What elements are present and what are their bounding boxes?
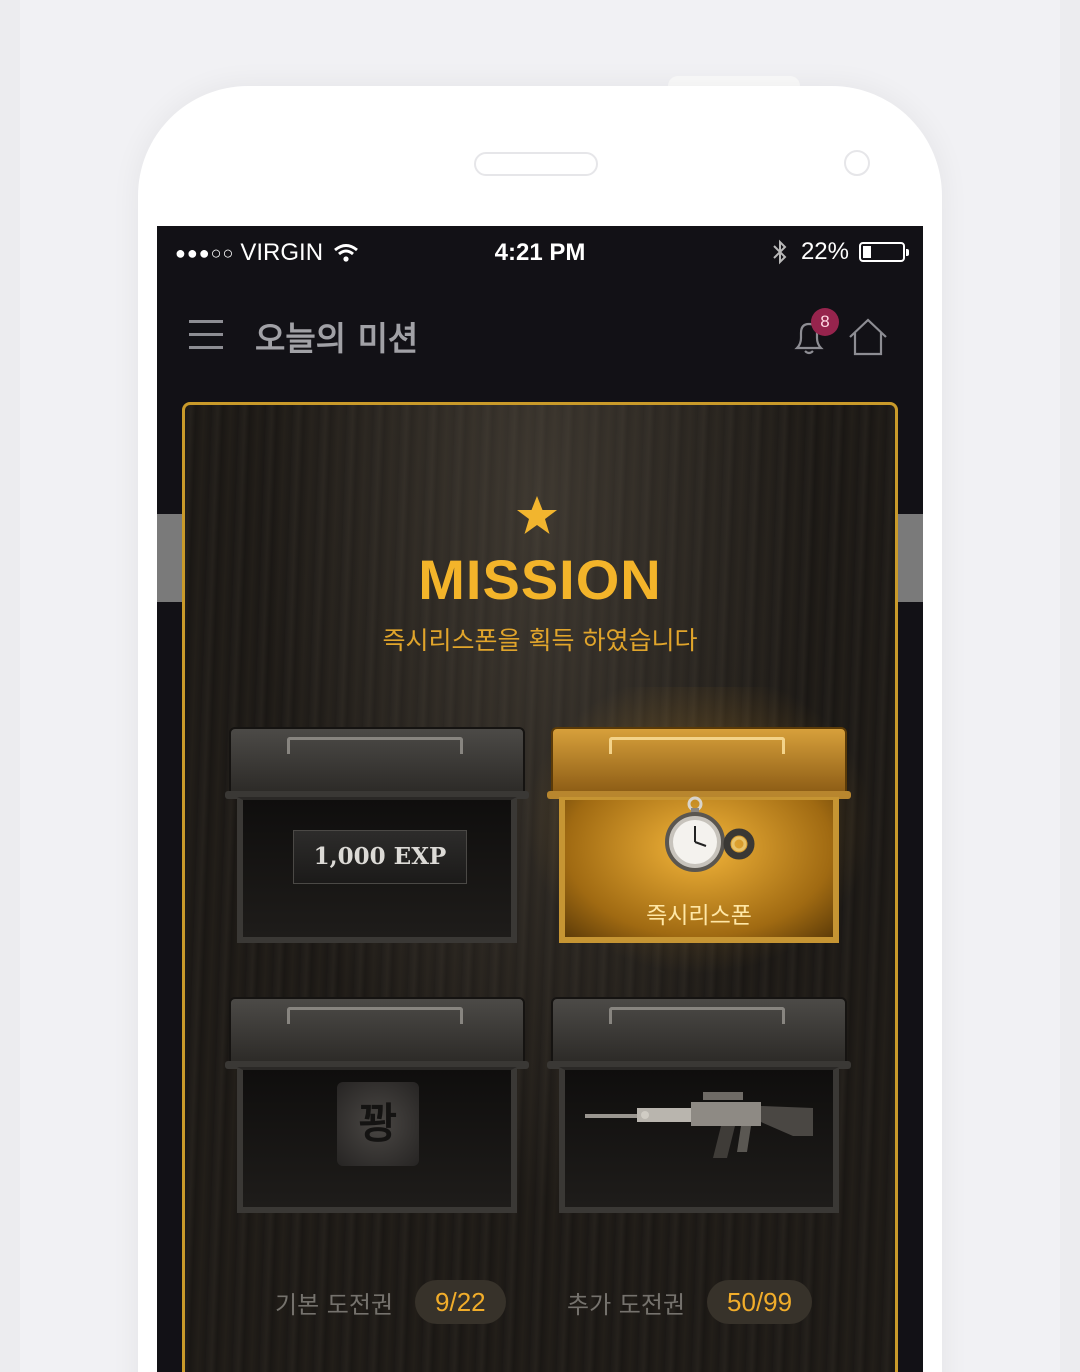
basic-ticket: 기본 도전권 9/22 — [275, 1280, 506, 1324]
bluetooth-icon — [773, 239, 787, 265]
extra-ticket-label: 추가 도전권 — [567, 1290, 686, 1319]
box-lid — [547, 727, 851, 799]
phone-camera — [844, 150, 870, 176]
rifle-icon — [585, 1092, 813, 1158]
respawn-reward-label: 즉시리스폰 — [646, 903, 752, 929]
battery-percentage: 22% — [800, 238, 849, 265]
mission-panel: MISSION 즉시리스폰을 획득 하였습니다 1,000 EXP 즉시리스폰 … — [182, 402, 898, 1372]
reward-box-3[interactable]: 꽝 — [225, 997, 529, 1223]
status-bar: ●●●○○ VIRGIN 4:21 PM 22% — [157, 226, 923, 280]
page-title: 오늘의 미션 — [255, 319, 419, 358]
box-body: 꽝 — [237, 1067, 517, 1213]
box-body: 즉시리스폰 — [559, 796, 839, 943]
mission-result-text: 즉시리스폰을 획득 하였습니다 — [382, 626, 698, 655]
phone-speaker — [474, 152, 598, 176]
home-icon[interactable] — [847, 316, 889, 358]
star-icon — [517, 496, 557, 534]
hamburger-menu-icon[interactable] — [189, 320, 223, 350]
extra-ticket-count: 50/99 — [707, 1280, 813, 1324]
basic-ticket-label: 기본 도전권 — [275, 1290, 394, 1319]
box-body — [559, 1067, 839, 1213]
app-header: 오늘의 미션 8 — [157, 280, 923, 392]
box-body: 1,000 EXP — [237, 797, 517, 943]
notification-badge: 8 — [811, 308, 839, 336]
extra-ticket: 추가 도전권 50/99 — [567, 1280, 813, 1324]
reward-box-4[interactable] — [547, 997, 851, 1223]
reward-box-2-opened[interactable]: 즉시리스폰 — [511, 687, 887, 987]
stopwatch-icon — [665, 796, 755, 872]
basic-ticket-count: 9/22 — [415, 1280, 506, 1324]
empty-reward-label: 꽝 — [337, 1082, 419, 1166]
mission-heading: MISSION — [418, 548, 662, 611]
app-screen: ●●●○○ VIRGIN 4:21 PM 22% 오늘의 미션 8 MISSIO… — [157, 226, 923, 1372]
ticket-counters: 기본 도전권 9/22 추가 도전권 50/99 — [157, 1280, 923, 1332]
status-right: 22% — [771, 238, 909, 266]
reward-box-1[interactable]: 1,000 EXP — [225, 727, 529, 953]
box-lid — [225, 727, 529, 799]
box-lid — [547, 997, 851, 1069]
exp-reward-label: 1,000 EXP — [293, 830, 467, 884]
battery-icon — [859, 242, 909, 262]
box-lid — [225, 997, 529, 1069]
battery-fill — [863, 246, 871, 258]
